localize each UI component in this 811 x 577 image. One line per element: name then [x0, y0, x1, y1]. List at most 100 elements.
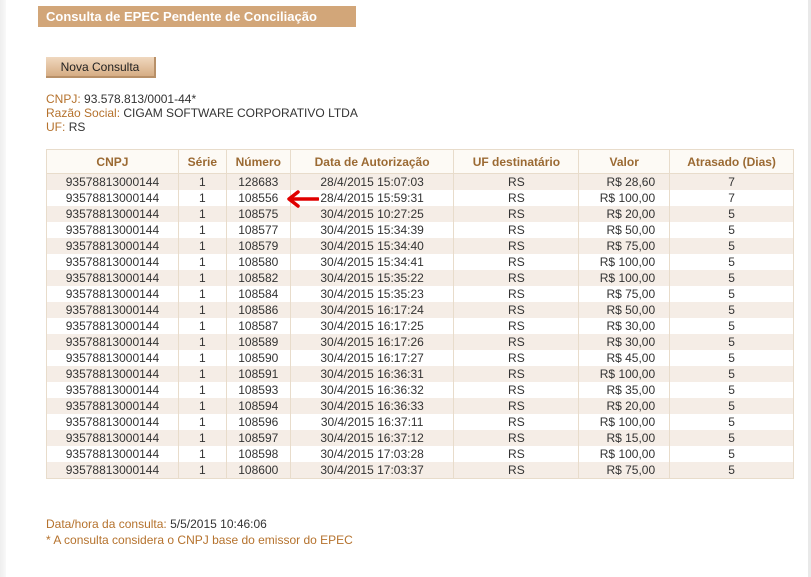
table-cell: 93578813000144	[46, 190, 179, 206]
table-cell: R$ 100,00	[578, 446, 671, 462]
table-cell: R$ 50,00	[578, 222, 671, 238]
uf-value: RS	[68, 120, 86, 134]
table-cell: 108591	[225, 366, 291, 382]
table-cell: 30/4/2015 10:27:25	[289, 206, 455, 222]
table-cell: 108587	[225, 318, 291, 334]
table-cell: RS	[453, 173, 580, 190]
table-cell: R$ 45,00	[578, 350, 671, 366]
table-cell: 108575	[225, 206, 291, 222]
table-cell: 5	[669, 382, 794, 398]
table-cell: 93578813000144	[46, 334, 179, 350]
table-header-row: CNPJ Série Número Data de Autorização UF des…	[46, 149, 794, 174]
table-cell: 30/4/2015 17:03:28	[289, 446, 455, 462]
table-cell: 5	[669, 254, 794, 270]
uf-label: UF:	[46, 120, 66, 134]
table-body: 93578813000144 1 128683 28/4/2015 15:07:03 R…	[46, 173, 794, 479]
table-cell: 30/4/2015 16:17:25	[289, 318, 455, 334]
table-cell: 5	[669, 462, 794, 479]
table-cell: 108584	[225, 286, 291, 302]
table-cell: R$ 30,00	[578, 334, 671, 350]
table-cell: RS	[453, 366, 580, 382]
table-cell: 5	[669, 270, 794, 286]
table-cell: R$ 100,00	[578, 190, 671, 206]
table-cell: 1	[177, 173, 227, 190]
table-cell: 5	[669, 222, 794, 238]
table-row: 93578813000144 1 108591 30/4/2015 16:36:31 R…	[46, 366, 794, 382]
table-cell: R$ 35,00	[578, 382, 671, 398]
table-cell: 108590	[225, 350, 291, 366]
table-cell: 30/4/2015 15:34:40	[289, 238, 455, 254]
table-cell: 5	[669, 398, 794, 414]
table-cell: 5	[669, 318, 794, 334]
table-cell: 108598	[225, 446, 291, 462]
table-cell: 108556	[225, 190, 291, 206]
table-cell: 1	[177, 286, 227, 302]
table-cell: 108589	[225, 334, 291, 350]
table-cell: 1	[177, 398, 227, 414]
table-cell: 93578813000144	[46, 414, 179, 430]
table-cell: 5	[669, 446, 794, 462]
table-row: 93578813000144 1 108577 30/4/2015 15:34:39 R…	[46, 222, 794, 238]
table-cell: R$ 30,00	[578, 318, 671, 334]
column-header: Valor	[578, 149, 671, 174]
table-cell: RS	[453, 206, 580, 222]
table-cell: RS	[453, 382, 580, 398]
table-row: 93578813000144 1 128683 28/4/2015 15:07:03 R…	[46, 173, 794, 190]
table-cell: R$ 15,00	[578, 430, 671, 446]
table-cell: R$ 50,00	[578, 302, 671, 318]
table-row: 93578813000144 1 108582 30/4/2015 15:35:22 R…	[46, 270, 794, 286]
table-cell: RS	[453, 222, 580, 238]
table-cell: RS	[453, 318, 580, 334]
table-cell: RS	[453, 302, 580, 318]
page-title: Consulta de EPEC Pendente de Conciliação	[46, 9, 317, 24]
footer-note: * A consulta considera o CNPJ base do em…	[46, 533, 353, 547]
table-cell: 93578813000144	[46, 462, 179, 479]
table-cell: R$ 28,60	[578, 173, 671, 190]
table-cell: 30/4/2015 16:37:11	[289, 414, 455, 430]
left-arrow-icon	[287, 190, 319, 208]
column-header: Número	[225, 149, 291, 174]
table-cell: 1	[177, 222, 227, 238]
emitter-razao-social: Razão Social: CIGAM SOFTWARE CORPORATIVO…	[46, 106, 358, 120]
new-query-button[interactable]: Nova Consulta	[46, 57, 156, 78]
table-cell: 7	[669, 190, 794, 206]
table-cell: 30/4/2015 15:34:39	[289, 222, 455, 238]
column-header: UF destinatário	[453, 149, 580, 174]
table-cell: R$ 100,00	[578, 254, 671, 270]
table-cell: 108600	[225, 462, 291, 479]
table-cell: 1	[177, 190, 227, 206]
table-cell: R$ 20,00	[578, 206, 671, 222]
table-cell: 30/4/2015 16:17:24	[289, 302, 455, 318]
table-cell: 93578813000144	[46, 222, 179, 238]
razao-label: Razão Social:	[46, 106, 121, 120]
table-cell: 93578813000144	[46, 366, 179, 382]
column-header: Atrasado (Dias)	[669, 149, 794, 174]
table-cell: 1	[177, 334, 227, 350]
table-cell: R$ 20,00	[578, 398, 671, 414]
table-row: 93578813000144 1 108596 30/4/2015 16:37:11 R…	[46, 414, 794, 430]
table-cell: 128683	[225, 173, 291, 190]
table-cell: 5	[669, 206, 794, 222]
table-cell: 108579	[225, 238, 291, 254]
table-cell: 1	[177, 414, 227, 430]
table-cell: 108586	[225, 302, 291, 318]
table-cell: 93578813000144	[46, 430, 179, 446]
table-cell: RS	[453, 350, 580, 366]
table-row: 93578813000144 1 108593 30/4/2015 16:36:32 R…	[46, 382, 794, 398]
table-cell: 5	[669, 302, 794, 318]
table-cell: RS	[453, 254, 580, 270]
table-cell: 1	[177, 382, 227, 398]
table-cell: 30/4/2015 15:35:23	[289, 286, 455, 302]
query-time: Data/hora da consulta: 5/5/2015 10:46:06	[46, 517, 267, 531]
table-row: 93578813000144 1 108584 30/4/2015 15:35:23 R…	[46, 286, 794, 302]
table-cell: 108593	[225, 382, 291, 398]
table-cell: 93578813000144	[46, 302, 179, 318]
table-cell: 93578813000144	[46, 382, 179, 398]
table-cell: 1	[177, 254, 227, 270]
column-header: Série	[177, 149, 227, 174]
table-row: 93578813000144 1 108598 30/4/2015 17:03:28 R…	[46, 446, 794, 462]
table-cell: 1	[177, 270, 227, 286]
emitter-cnpj: CNPJ: 93.578.813/0001-44*	[46, 92, 196, 106]
cnpj-value: 93.578.813/0001-44*	[84, 92, 197, 106]
table-cell: R$ 100,00	[578, 270, 671, 286]
